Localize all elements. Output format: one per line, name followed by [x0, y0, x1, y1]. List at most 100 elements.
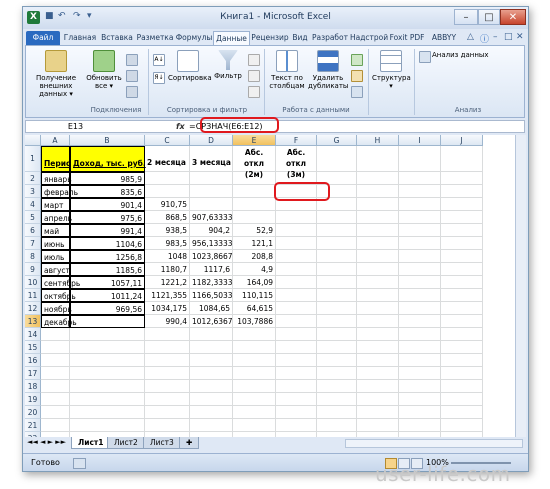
column-header-c[interactable]: C [145, 135, 190, 146]
reapply-filter-icon[interactable] [248, 70, 260, 82]
column-header-j[interactable]: J [441, 135, 483, 146]
empty-cell[interactable] [276, 406, 317, 419]
empty-cell[interactable] [276, 341, 317, 354]
cell-3-months[interactable]: 907,63333 [190, 211, 233, 224]
empty-cell[interactable] [233, 367, 276, 380]
empty-cell[interactable] [399, 185, 441, 198]
cell-abs-dev-2m[interactable]: 103,7886 [233, 315, 276, 328]
empty-cell[interactable] [41, 380, 70, 393]
empty-cell[interactable] [357, 263, 399, 276]
row-header-12[interactable]: 12 [25, 302, 41, 315]
sheet-nav-arrows-icon[interactable]: ◄◄ ◄ ► ►► [27, 438, 66, 446]
maximize-button[interactable]: □ [478, 9, 500, 25]
cell-3-months[interactable]: 1012,6367 [190, 315, 233, 328]
empty-cell[interactable] [317, 211, 357, 224]
tab-review[interactable]: Рецензир [251, 31, 289, 45]
column-header-a[interactable]: A [41, 135, 70, 146]
row-header-17[interactable]: 17 [25, 367, 41, 380]
empty-cell[interactable] [317, 289, 357, 302]
empty-cell[interactable] [233, 406, 276, 419]
consolidate-icon[interactable] [351, 70, 363, 82]
cell-income[interactable]: 985,9 [70, 172, 145, 185]
tab-formulas[interactable]: Формулы [175, 31, 213, 45]
empty-cell[interactable] [441, 406, 483, 419]
empty-cell[interactable] [317, 146, 357, 172]
cell-income[interactable]: 1185,6 [70, 263, 145, 276]
get-external-data-button[interactable]: Получение внешних данных ▾ [30, 50, 82, 98]
sort-button[interactable]: Сортировка [168, 50, 212, 82]
empty-cell[interactable] [276, 263, 317, 276]
empty-cell[interactable] [357, 393, 399, 406]
cell-3-months[interactable] [190, 185, 233, 198]
row-header-8[interactable]: 8 [25, 250, 41, 263]
header-period[interactable]: Период [41, 146, 77, 172]
empty-cell[interactable] [357, 211, 399, 224]
empty-cell[interactable] [357, 367, 399, 380]
column-header-h[interactable]: H [357, 135, 399, 146]
cell-2-months[interactable]: 938,5 [145, 224, 190, 237]
empty-cell[interactable] [70, 380, 145, 393]
tab-addins[interactable]: Надстрой [350, 31, 388, 45]
empty-cell[interactable] [145, 406, 190, 419]
empty-cell[interactable] [276, 276, 317, 289]
header-abs-dev-f[interactable]: Абс. откл (3м) [276, 146, 317, 179]
cell-abs-dev-2m[interactable]: 52,9 [233, 224, 276, 237]
cell-3-months[interactable]: 1117,6 [190, 263, 233, 276]
empty-cell[interactable] [399, 211, 441, 224]
empty-cell[interactable] [276, 367, 317, 380]
empty-cell[interactable] [317, 328, 357, 341]
cell-2-months[interactable]: 910,75 [145, 198, 190, 211]
empty-cell[interactable] [357, 198, 399, 211]
cell-3-months[interactable]: 1084,65 [190, 302, 233, 315]
cell-income[interactable]: 975,6 [70, 211, 145, 224]
empty-cell[interactable] [441, 263, 483, 276]
cell-period[interactable]: июнь [41, 237, 70, 250]
text-to-columns-button[interactable]: Текст по столбцам [268, 50, 306, 90]
cell-2-months[interactable]: 1221,2 [145, 276, 190, 289]
row-header-11[interactable]: 11 [25, 289, 41, 302]
row-header-1[interactable]: 1 [25, 146, 41, 172]
empty-cell[interactable] [233, 393, 276, 406]
column-header-g[interactable]: G [317, 135, 357, 146]
empty-cell[interactable] [70, 341, 145, 354]
empty-cell[interactable] [399, 380, 441, 393]
cell-period[interactable]: апрель [41, 211, 72, 224]
empty-cell[interactable] [145, 367, 190, 380]
help-icon[interactable]: ⓘ [480, 32, 489, 45]
cell-3-months[interactable]: 1166,5033 [190, 289, 233, 302]
empty-cell[interactable] [441, 146, 483, 172]
minimize-ribbon-icon[interactable]: △ [467, 32, 474, 42]
row-header-14[interactable]: 14 [25, 328, 41, 341]
empty-cell[interactable] [441, 250, 483, 263]
empty-cell[interactable] [317, 380, 357, 393]
empty-cell[interactable] [357, 237, 399, 250]
minimize-button[interactable]: – [454, 9, 478, 25]
empty-cell[interactable] [441, 224, 483, 237]
outline-button[interactable]: Структура ▾ [372, 50, 411, 90]
empty-cell[interactable] [357, 185, 399, 198]
empty-cell[interactable] [317, 250, 357, 263]
remove-duplicates-button[interactable]: Удалить дубликаты [308, 50, 348, 90]
row-header-20[interactable]: 20 [25, 406, 41, 419]
empty-cell[interactable] [441, 302, 483, 315]
empty-cell[interactable] [190, 341, 233, 354]
tab-file[interactable]: Файл [26, 31, 60, 45]
row-header-21[interactable]: 21 [25, 419, 41, 432]
row-header-5[interactable]: 5 [25, 211, 41, 224]
cell-abs-dev-2m[interactable] [233, 198, 276, 211]
cell-income[interactable]: 1011,24 [70, 289, 145, 302]
empty-cell[interactable] [276, 289, 317, 302]
cell-period[interactable]: февраль [41, 185, 78, 198]
empty-cell[interactable] [145, 419, 190, 432]
empty-cell[interactable] [441, 289, 483, 302]
empty-cell[interactable] [317, 276, 357, 289]
edit-links-icon[interactable] [126, 86, 138, 98]
empty-cell[interactable] [190, 380, 233, 393]
cell-income[interactable]: 1104,6 [70, 237, 145, 250]
empty-cell[interactable] [70, 328, 145, 341]
cell-2-months[interactable]: 868,5 [145, 211, 190, 224]
empty-cell[interactable] [145, 393, 190, 406]
header-2-months[interactable]: 2 месяца [145, 146, 190, 172]
empty-cell[interactable] [399, 172, 441, 185]
cell-abs-dev-2m[interactable]: 4,9 [233, 263, 276, 276]
